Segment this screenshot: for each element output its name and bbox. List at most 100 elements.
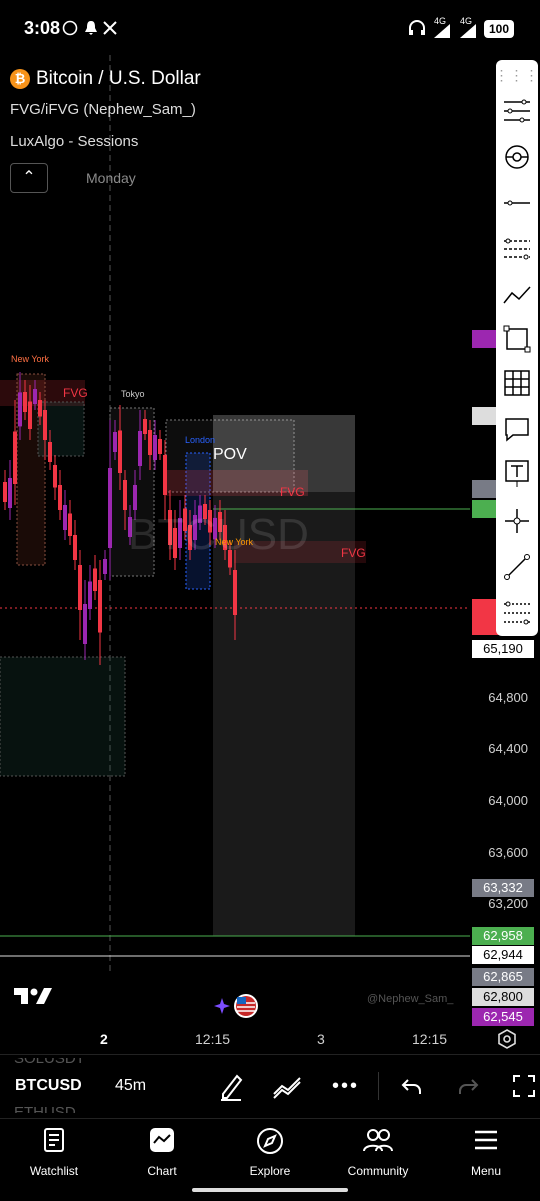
bell-icon [85, 21, 97, 35]
chart-settings-hex-icon[interactable] [496, 1028, 518, 1050]
interval-selector[interactable]: 45m [115, 1077, 146, 1095]
symbol-watermark: BTCUSD [128, 510, 309, 559]
candle-body [78, 565, 82, 610]
watchlist-icon [44, 1128, 64, 1152]
price-badge: 63,332 [472, 879, 534, 897]
battery-indicator: 100 [484, 20, 514, 38]
candle-body [93, 568, 97, 591]
signal-2-icon [460, 24, 476, 38]
candle-body [43, 410, 47, 440]
crosshair-icon[interactable] [496, 500, 538, 542]
candle-body [133, 485, 137, 510]
compass-icon [257, 1128, 283, 1154]
candle-body [123, 480, 127, 510]
symbol-title[interactable]: Bitcoin / U.S. Dollar [36, 68, 201, 90]
candle-body [28, 401, 32, 429]
price-badge: 62,800 [472, 988, 534, 1006]
candle-body [98, 580, 102, 633]
candle-body [73, 535, 77, 560]
whatsapp-icon [62, 20, 78, 36]
candle-body [143, 419, 147, 434]
price-badge: 65,190 [472, 640, 534, 658]
candle-body [23, 392, 27, 412]
nav-chart[interactable]: Chart [114, 1127, 210, 1178]
time-label: 12:15 [412, 1031, 448, 1047]
candle-body [3, 482, 7, 502]
symbol-selector[interactable]: BTCUSD [15, 1077, 82, 1095]
candle-body [58, 485, 62, 510]
author-watermark: @Nephew_Sam_ [367, 993, 454, 1005]
session-label-newyork-1: New York [11, 354, 50, 364]
price-label: 64,000 [488, 793, 528, 808]
nav-community[interactable]: Community [330, 1127, 426, 1178]
nav-watchlist[interactable]: Watchlist [6, 1127, 102, 1178]
nav-explore[interactable]: Explore [222, 1127, 318, 1178]
community-icon [363, 1129, 393, 1152]
candle-body [18, 392, 22, 427]
nav-label: Watchlist [29, 1164, 79, 1178]
pencil-draw-icon[interactable] [219, 1072, 245, 1102]
status-time: 3:08 [24, 18, 61, 38]
candle-body [88, 581, 92, 609]
fib-tool-icon[interactable] [496, 592, 538, 634]
lines-tool-icon[interactable] [496, 90, 538, 132]
candle-body [118, 430, 122, 473]
bitcoin-icon: ₿ [10, 69, 30, 89]
indicator-fvg-label[interactable]: FVG/iFVG (Nephew_Sam_) [10, 101, 196, 118]
candle-body [33, 389, 37, 404]
session-label-london: London [185, 435, 216, 445]
candle-body [63, 505, 67, 530]
candle-body [83, 604, 87, 644]
indicators-icon[interactable] [272, 1074, 302, 1100]
price-label: 63,200 [488, 896, 528, 911]
price-badge: 62,944 [472, 946, 534, 964]
indicator-sessions-label[interactable]: LuxAlgo - Sessions [10, 133, 138, 150]
trend-line-icon[interactable] [496, 546, 538, 588]
candle-body [153, 435, 157, 460]
candle-body [8, 478, 12, 508]
tradingview-logo-icon [14, 988, 52, 1004]
horizontal-line-icon[interactable] [496, 182, 538, 224]
candle-body [233, 570, 237, 615]
price-badge: 62,545 [472, 1008, 534, 1026]
chevron-up-icon: ⌃ [22, 169, 36, 186]
ghost-symbol-above: SOLUSDT [14, 1050, 85, 1067]
undo-icon[interactable] [400, 1076, 422, 1096]
candle-body [163, 455, 167, 495]
price-badge: 62,958 [472, 927, 534, 945]
candle-body [53, 465, 57, 488]
candle-body [113, 432, 117, 452]
comment-tool-icon[interactable] [496, 408, 538, 450]
chart-icon [150, 1128, 174, 1152]
rectangle-tool-icon[interactable] [496, 318, 538, 360]
grid-tool-icon[interactable] [496, 362, 538, 404]
day-label: Monday [86, 170, 136, 186]
candle-body [138, 431, 142, 466]
fvg-label-1: FVG [63, 386, 88, 400]
hamburger-icon [475, 1130, 497, 1150]
collapse-legend-button[interactable]: ⌃ [10, 163, 48, 193]
trend-path-icon[interactable] [496, 274, 538, 316]
candle-body [108, 468, 112, 548]
pov-label: POV [213, 446, 247, 463]
home-indicator [192, 1188, 348, 1192]
nav-label: Menu [470, 1164, 502, 1178]
fullscreen-icon[interactable] [512, 1074, 536, 1098]
redo-icon[interactable] [458, 1076, 480, 1096]
fvg-box [0, 656, 126, 777]
text-tool-icon[interactable] [496, 452, 538, 494]
fvg-label-3: FVG [341, 546, 366, 560]
candle-body [68, 513, 72, 536]
candle-body [48, 442, 52, 462]
nav-label: Chart [147, 1164, 177, 1178]
price-badge: 62,865 [472, 968, 534, 986]
drag-handle-icon[interactable]: ⋮⋮⋮ [495, 60, 539, 90]
time-label: 2 [100, 1031, 108, 1047]
ai-us-flag-icon[interactable] [214, 992, 260, 1020]
fvg-label-2: FVG [280, 485, 305, 499]
nav-menu[interactable]: Menu [438, 1127, 534, 1178]
more-options-icon[interactable]: ••• [332, 1075, 359, 1098]
session-label-newyork-2: New York [215, 537, 254, 547]
parallel-channel-icon[interactable] [496, 228, 538, 270]
magnet-tool-icon[interactable] [496, 136, 538, 178]
